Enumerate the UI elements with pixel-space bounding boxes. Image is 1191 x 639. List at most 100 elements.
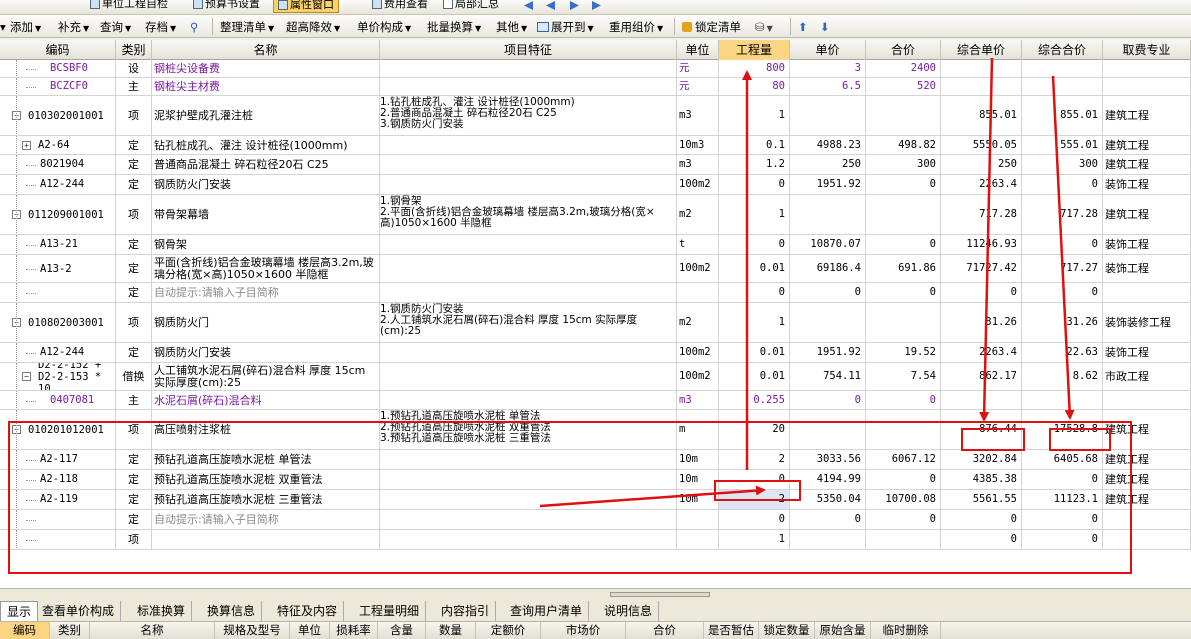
- cell-ctotal[interactable]: 0: [1022, 283, 1103, 302]
- cell-name[interactable]: 普通商品混凝土 碎石粒径20石 C25: [152, 155, 380, 174]
- cell-unit[interactable]: [677, 283, 719, 302]
- cell-name[interactable]: 自动提示:请输入子目简称: [152, 283, 380, 302]
- cell-code[interactable]: BCZCF0: [0, 78, 116, 95]
- header-total[interactable]: 合价: [866, 40, 941, 60]
- cell-spec[interactable]: 装饰装修工程: [1103, 303, 1191, 342]
- cell-code[interactable]: [0, 283, 116, 302]
- cell-type[interactable]: 定: [116, 155, 152, 174]
- cell-qty[interactable]: 80: [719, 78, 790, 95]
- cell-price[interactable]: 1951.92: [790, 175, 866, 194]
- table-row[interactable]: A12-244 定 钢质防火门安装 100m2 0.01 1951.92 19.52 2263…: [0, 343, 1191, 363]
- next-icon[interactable]: [570, 1, 579, 10]
- expand-to-button[interactable]: 展开到 ▼: [537, 19, 594, 35]
- cell-unit[interactable]: m3: [677, 155, 719, 174]
- reuse-pricing-button[interactable]: 重用组价 ▼: [609, 19, 663, 35]
- cell-ctotal[interactable]: 31.26: [1022, 303, 1103, 342]
- table-row[interactable]: BCZCF0 主 钢桩尖主材费 元 80 6.5 520: [0, 78, 1191, 96]
- header-price[interactable]: 单价: [790, 40, 866, 60]
- cell-spec[interactable]: 装饰工程: [1103, 255, 1191, 282]
- cell-unit[interactable]: m3: [677, 391, 719, 409]
- cell-name[interactable]: 水泥石屑(碎石)混合料: [152, 391, 380, 409]
- cell-cprice[interactable]: [941, 391, 1022, 409]
- sub-header-original-content[interactable]: 原始含量: [815, 622, 871, 639]
- table-row[interactable]: − D2-2-152 + D2-2-153 * 10 借换 人工铺筑水泥石屑(碎石)混…: [0, 363, 1191, 391]
- self-check-button[interactable]: 单位工程自检: [90, 0, 168, 13]
- cell-name[interactable]: 钢桩尖设备费: [152, 60, 380, 77]
- cell-code[interactable]: + A2-64: [0, 136, 116, 154]
- cell-price[interactable]: [790, 96, 866, 135]
- cell-code[interactable]: −010302001001: [0, 96, 116, 135]
- table-row[interactable]: BCSBF0 设 钢桩尖设备费 元 800 3 2400: [0, 60, 1191, 78]
- cell-name[interactable]: 钢骨架: [152, 235, 380, 254]
- cell-name[interactable]: 带骨架幕墙: [152, 195, 380, 234]
- cell-type[interactable]: 设: [116, 60, 152, 77]
- table-row[interactable]: 定 自动提示:请输入子目简称 0 0 0 0 0: [0, 283, 1191, 303]
- cell-type[interactable]: 借换: [116, 363, 152, 390]
- cell-spec[interactable]: 市政工程: [1103, 363, 1191, 390]
- cell-feature[interactable]: [380, 60, 677, 77]
- batch-convert-button[interactable]: 批量换算 ▼: [427, 19, 481, 35]
- cell-feature[interactable]: [380, 235, 677, 254]
- sub-header-provisional[interactable]: 是否暂估: [704, 622, 759, 639]
- cell-ctotal[interactable]: 717.27: [1022, 255, 1103, 282]
- property-window-button[interactable]: 属性窗口: [273, 0, 339, 13]
- splitter-grip[interactable]: [610, 592, 710, 597]
- table-row[interactable]: A13-2 定 平面(含折线)铝合金玻璃幕墙 楼层高3.2m,玻璃分格(宽×高)10…: [0, 255, 1191, 283]
- cell-code[interactable]: A13-2: [0, 255, 116, 282]
- cell-feature[interactable]: 1.钢质防火门安装 2.人工铺筑水泥石屑(碎石)混合料 厚度 15cm 实际厚度…: [380, 303, 677, 342]
- table-row[interactable]: 8021904 定 普通商品混凝土 碎石粒径20石 C25 m3 1.2 250 300 25…: [0, 155, 1191, 175]
- sub-header-market-price[interactable]: 市场价: [541, 622, 626, 639]
- sub-header-content[interactable]: 含量: [378, 622, 426, 639]
- partial-summary-checkbox[interactable]: 局部汇总: [443, 0, 499, 13]
- cell-price[interactable]: 10870.07: [790, 235, 866, 254]
- cell-total[interactable]: 0: [866, 235, 941, 254]
- cell-spec[interactable]: 建筑工程: [1103, 195, 1191, 234]
- cell-price[interactable]: [790, 303, 866, 342]
- cell-cprice[interactable]: 2263.4: [941, 343, 1022, 362]
- sub-header-quota-price[interactable]: 定额价: [476, 622, 541, 639]
- cell-feature[interactable]: [380, 343, 677, 362]
- sub-header-unit[interactable]: 单位: [290, 622, 330, 639]
- cell-spec[interactable]: 建筑工程: [1103, 96, 1191, 135]
- cell-name[interactable]: 泥浆护壁成孔灌注桩: [152, 96, 380, 135]
- cell-total[interactable]: 2400: [866, 60, 941, 77]
- cell-ctotal[interactable]: 0: [1022, 175, 1103, 194]
- cell-spec[interactable]: 建筑工程: [1103, 155, 1191, 174]
- cell-qty[interactable]: 0: [719, 283, 790, 302]
- header-composite-total[interactable]: 综合合价: [1022, 40, 1103, 60]
- cell-qty[interactable]: 1: [719, 303, 790, 342]
- cell-code[interactable]: − D2-2-152 + D2-2-153 * 10: [0, 363, 116, 390]
- cell-code[interactable]: −011209001001: [0, 195, 116, 234]
- cell-type[interactable]: 定: [116, 255, 152, 282]
- cell-code[interactable]: A13-21: [0, 235, 116, 254]
- cell-name[interactable]: 钢质防火门安装: [152, 175, 380, 194]
- cell-name[interactable]: 钢质防火门: [152, 303, 380, 342]
- cell-name[interactable]: 人工铺筑水泥石屑(碎石)混合料 厚度 15cm 实际厚度(cm):25: [152, 363, 380, 390]
- cell-qty[interactable]: 800: [719, 60, 790, 77]
- cell-total[interactable]: 0: [866, 175, 941, 194]
- cell-feature[interactable]: 1.钢骨架 2.平面(含折线)铝合金玻璃幕墙 楼层高3.2m,玻璃分格(宽×高)…: [380, 195, 677, 234]
- cell-total[interactable]: [866, 303, 941, 342]
- cell-ctotal[interactable]: 555.01: [1022, 136, 1103, 154]
- tab-content-guide[interactable]: 内容指引: [435, 601, 497, 621]
- cell-type[interactable]: 主: [116, 78, 152, 95]
- cell-qty[interactable]: 0: [719, 175, 790, 194]
- cell-type[interactable]: 定: [116, 283, 152, 302]
- cell-cprice[interactable]: 855.01: [941, 96, 1022, 135]
- tab-features-content[interactable]: 特征及内容: [271, 601, 345, 621]
- cell-type[interactable]: 项: [116, 96, 152, 135]
- cell-spec[interactable]: 装饰工程: [1103, 343, 1191, 362]
- cell-cprice[interactable]: 31.26: [941, 303, 1022, 342]
- cell-code[interactable]: 8021904: [0, 155, 116, 174]
- table-row[interactable]: −010302001001 项 泥浆护壁成孔灌注桩 1.钻孔桩成孔、灌注 设计桩径(1…: [0, 96, 1191, 136]
- cell-total[interactable]: 300: [866, 155, 941, 174]
- table-row[interactable]: −010802003001 项 钢质防火门 1.钢质防火门安装 2.人工铺筑水泥石屑(…: [0, 303, 1191, 343]
- header-unit[interactable]: 单位: [677, 40, 719, 60]
- cell-ctotal[interactable]: 8.62: [1022, 363, 1103, 390]
- cell-code[interactable]: A12-244: [0, 343, 116, 362]
- cell-unit[interactable]: 100m2: [677, 255, 719, 282]
- cell-ctotal[interactable]: [1022, 391, 1103, 409]
- panel-splitter[interactable]: [0, 588, 1191, 598]
- cell-unit[interactable]: 100m2: [677, 175, 719, 194]
- tab-unit-price-composition[interactable]: 查看单价构成: [36, 601, 122, 621]
